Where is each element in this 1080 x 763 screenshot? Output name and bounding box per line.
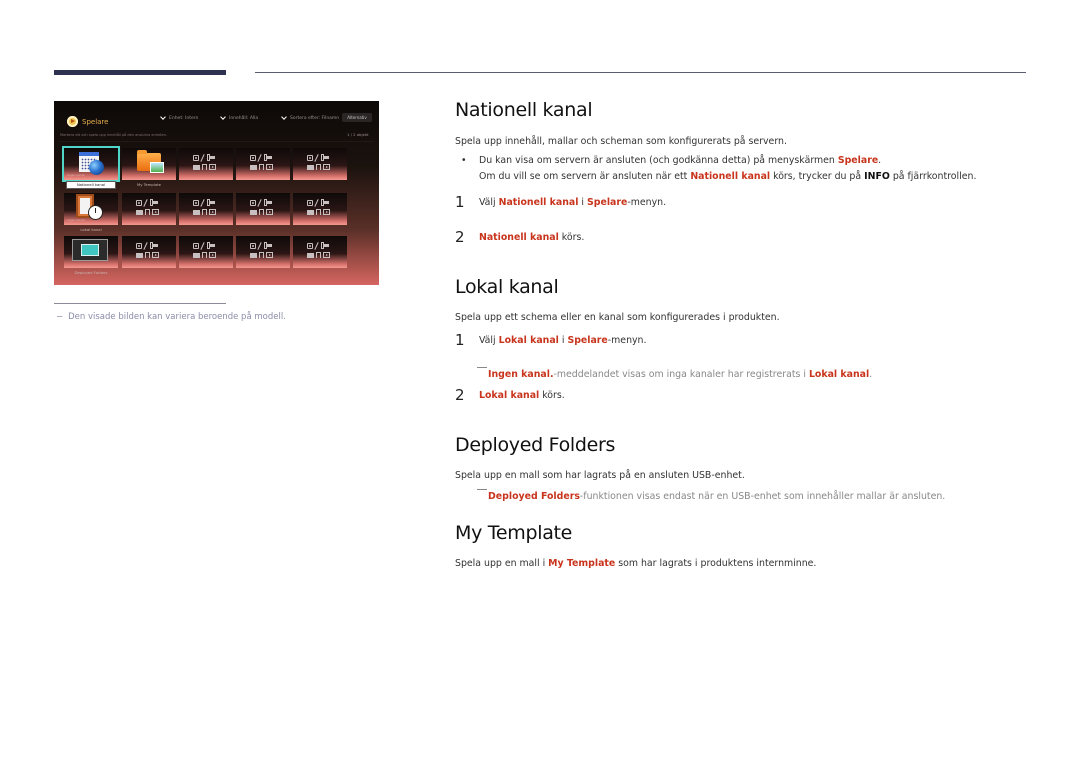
lokal-step-1: Välj Lokal kanal i Spelare-menyn. [479,335,647,346]
player-tile[interactable] [236,236,290,268]
step-number: 2 [455,228,465,246]
player-tile[interactable] [179,148,233,180]
player-title: Spelare [82,118,109,126]
lokal-step-2: Lokal kanal körs. [479,390,565,401]
player-tile[interactable]: Ingen kanal [64,193,118,225]
media-types-icon [136,199,166,217]
media-types-icon [250,154,280,172]
note-dash-icon [477,489,487,490]
caption-rule [54,303,226,304]
tile-label: My Template [136,182,162,187]
tile-label: Nationell kanal [67,182,115,188]
player-tile[interactable] [293,148,347,180]
header-rule-thick [54,70,226,75]
heading-my-template: My Template [455,522,573,544]
deployed-note: Deployed Folders-funktionen visas endast… [477,489,945,502]
header-rule-thin [255,72,1026,73]
player-tile[interactable] [179,236,233,268]
filter-device-dropdown[interactable]: Enhet: Intern [160,115,198,122]
player-tile[interactable] [122,193,176,225]
player-logo-icon [67,116,78,127]
tile-sublabel: Ingen kanal [67,173,85,177]
player-header: Spelare Enhet: Intern Innehåll: Alla Sor… [54,101,379,143]
tile-label: Lokal kanal [80,227,102,232]
chevron-down-icon [220,115,227,122]
step-number: 1 [455,331,465,349]
player-tile[interactable] [179,193,233,225]
media-types-icon [136,242,166,260]
deployed-intro: Spela upp en mall som har lagrats på en … [455,470,745,481]
player-tile[interactable] [122,236,176,268]
media-types-icon [250,199,280,217]
heading-deployed-folders: Deployed Folders [455,434,616,456]
chevron-down-icon [281,115,288,122]
note-dash-icon [477,367,487,368]
tile-sublabel: Ingen kanal [67,218,85,222]
nationell-step-1: Välj Nationell kanal i Spelare-menyn. [479,197,667,208]
header-divider [59,141,374,142]
media-types-icon [307,154,337,172]
sort-dropdown[interactable]: Sortera efter: Filnamn [281,115,339,122]
media-types-icon [307,199,337,217]
filter-content-dropdown[interactable]: Innehåll: Alla [220,115,258,122]
bullet-marker: • [461,155,467,166]
heading-lokal-kanal: Lokal kanal [455,276,559,298]
nationell-bullet-line-2: Om du vill se om servern är ansluten när… [479,171,977,182]
heading-nationell-kanal: Nationell kanal [455,99,593,121]
nationell-step-2: Nationell kanal körs. [479,232,585,243]
chevron-down-icon [160,115,167,122]
media-types-icon [193,154,223,172]
nationell-intro: Spela upp innehåll, mallar och scheman s… [455,136,787,147]
player-tile[interactable]: Ingen kanal [62,146,120,182]
lokal-intro: Spela upp ett schema eller en kanal som … [455,312,780,323]
player-tile[interactable] [236,193,290,225]
player-tile[interactable] [236,148,290,180]
player-hint: Markera ett och spela upp innehåll på de… [60,133,167,137]
lokal-note: Ingen kanal.-meddelandet visas om inga k… [477,367,872,380]
template-intro: Spela upp en mall i My Template som har … [455,558,817,569]
nationell-bullet-line-1: Du kan visa om servern är ansluten (och … [479,155,882,166]
media-types-icon [307,242,337,260]
tile-label: Deployed Folders [74,270,108,275]
player-tile[interactable] [64,236,118,268]
media-types-icon [193,199,223,217]
player-tile[interactable] [293,236,347,268]
player-screenshot: Spelare Enhet: Intern Innehåll: Alla Sor… [54,101,379,285]
image-caption: − Den visade bilden kan variera beroende … [56,312,286,322]
player-tile[interactable] [122,148,176,180]
media-types-icon [250,242,280,260]
step-number: 2 [455,386,465,404]
options-button[interactable]: Alternativ [342,113,372,122]
media-types-icon [193,242,223,260]
step-number: 1 [455,193,465,211]
page-indicator: 1 / 2 objekt [347,132,369,137]
player-tile[interactable] [293,193,347,225]
